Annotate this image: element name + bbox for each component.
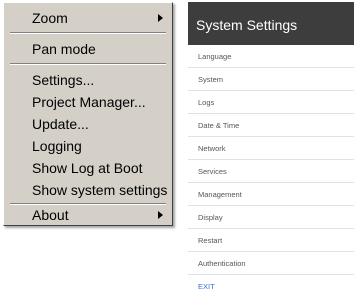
submenu-arrow-icon [158,211,163,219]
menu-item-show-system-settings[interactable]: Show system settings [4,179,172,201]
menu-item-show-log-at-boot[interactable]: Show Log at Boot [4,157,172,179]
menu-item-update[interactable]: Update... [4,113,172,135]
menu-item-label: Zoom [32,10,68,26]
settings-item-system[interactable]: System [188,69,354,91]
settings-item-date-time[interactable]: Date & Time [188,115,354,137]
menu-item-logging[interactable]: Logging [4,135,172,157]
settings-item-restart[interactable]: Restart [188,230,354,252]
exit-link[interactable]: EXIT [188,276,354,294]
settings-item-management[interactable]: Management [188,184,354,206]
settings-item-services[interactable]: Services [188,161,354,183]
submenu-arrow-icon [158,14,163,22]
menu-separator [10,32,166,34]
settings-item-logs[interactable]: Logs [188,92,354,114]
settings-item-network[interactable]: Network [188,138,354,160]
menu-item-zoom[interactable]: Zoom [4,7,172,29]
menu-item-pan-mode[interactable]: Pan mode [4,38,172,60]
menu-item-label: Logging [32,138,82,154]
menu-item-about[interactable]: About [4,204,172,226]
screen: Zoom Pan mode Settings... Project Manage… [0,0,354,294]
context-menu: Zoom Pan mode Settings... Project Manage… [3,2,173,226]
menu-item-settings[interactable]: Settings... [4,69,172,91]
menu-item-label: About [32,207,69,223]
menu-item-label: Show Log at Boot [32,160,143,176]
settings-item-language[interactable]: Language [188,46,354,68]
menu-item-project-manager[interactable]: Project Manager... [4,91,172,113]
page-title: System Settings [188,2,354,45]
menu-item-label: Project Manager... [32,94,146,110]
settings-item-authentication[interactable]: Authentication [188,253,354,275]
menu-item-label: Pan mode [32,41,96,57]
settings-item-display[interactable]: Display [188,207,354,229]
menu-separator [10,63,166,65]
menu-item-label: Update... [32,116,89,132]
system-settings-panel: System Settings Language System Logs Dat… [188,2,354,294]
menu-item-label: Settings... [32,72,95,88]
menu-item-label: Show system settings [32,182,168,198]
